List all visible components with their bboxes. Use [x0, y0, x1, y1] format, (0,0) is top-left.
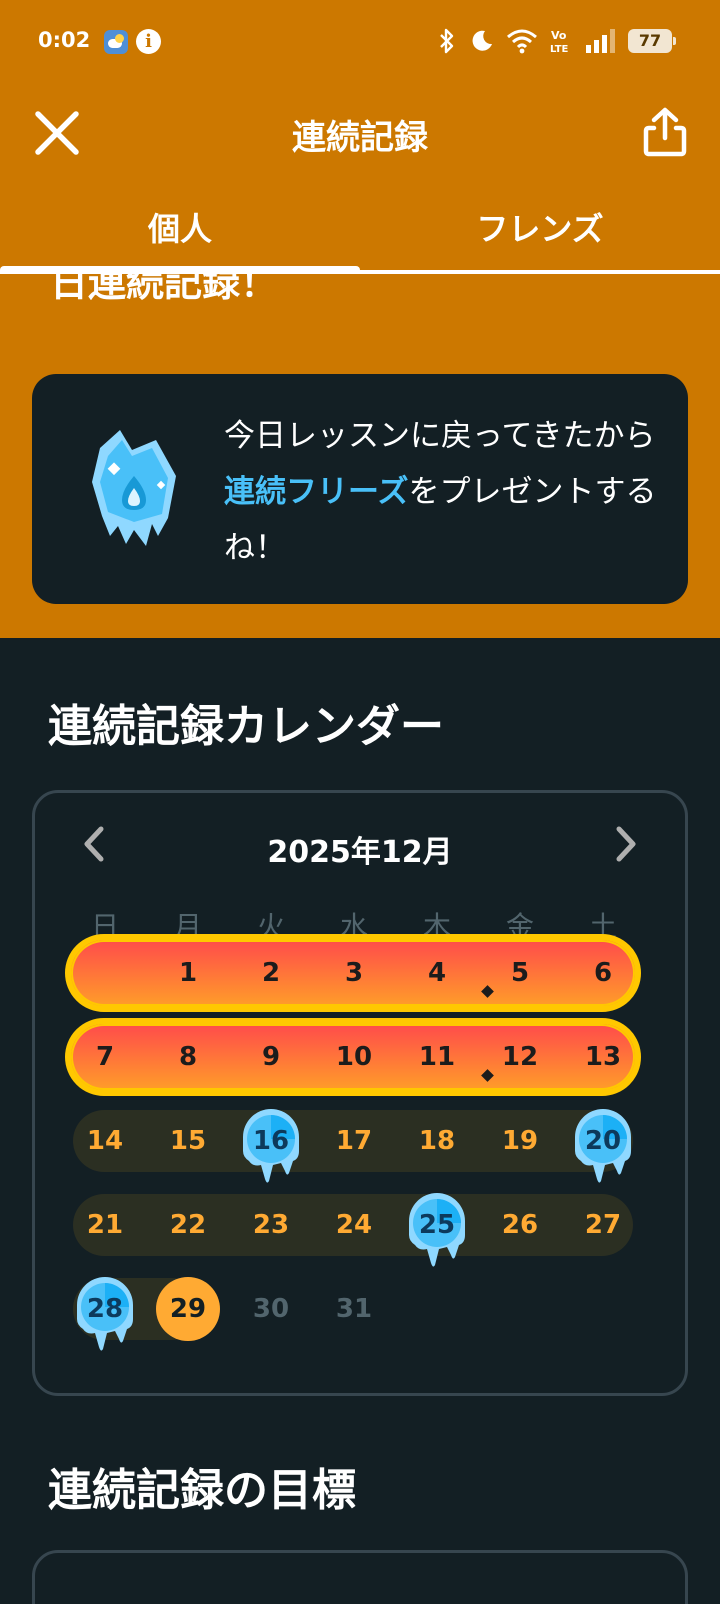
calendar-day: 23: [252, 1210, 290, 1240]
calendar-day: 30: [252, 1294, 290, 1324]
calendar-day: 10: [335, 1042, 373, 1072]
calendar-day: 15: [169, 1126, 207, 1156]
calendar-day: 3: [344, 958, 364, 988]
calendar-day: 19: [501, 1126, 539, 1156]
svg-text:LTE: LTE: [550, 44, 569, 54]
calendar-day: 2: [261, 958, 281, 988]
calendar-day: 8: [178, 1042, 198, 1072]
tab-friends[interactable]: フレンズ: [360, 204, 720, 250]
status-icons: Vo LTE 77: [438, 26, 676, 56]
share-icon[interactable]: [640, 106, 690, 158]
calendar-day-today: 29: [156, 1277, 220, 1341]
streak-freeze-link: 連続フリーズ: [224, 474, 409, 510]
status-bar: 0:02 i Vo LTE 77: [0, 0, 720, 84]
calendar-day: 1: [178, 958, 198, 988]
hero-section: 0:02 i Vo LTE 77 連続記録 個人 フレンズ 日連続記録！ 今日レ…: [0, 0, 720, 638]
goal-card: [32, 1550, 688, 1604]
signal-icon: [586, 29, 615, 53]
calendar-day: 31: [335, 1294, 373, 1324]
streak-calendar: 2025年12月 日月火水木金土 1 2 3 4 5 6 7 8 9 10 11 12 13 14 15 16…: [32, 790, 688, 1396]
wifi-icon: [507, 29, 537, 54]
calendar-day: 22: [169, 1210, 207, 1240]
calendar-day: 28: [86, 1294, 124, 1324]
calendar-day: 18: [418, 1126, 456, 1156]
calendar-day: 13: [584, 1042, 622, 1072]
calendar-day: 20: [584, 1126, 622, 1156]
calendar-day: 12: [501, 1042, 539, 1072]
calendar-day: 26: [501, 1210, 539, 1240]
svg-text:Vo: Vo: [551, 29, 567, 42]
moon-icon: [472, 30, 492, 51]
calendar-day: 4: [427, 958, 447, 988]
calendar-day: 17: [335, 1126, 373, 1156]
tab-personal[interactable]: 個人: [0, 204, 360, 250]
tab-bar: 個人 フレンズ: [0, 190, 720, 274]
calendar-day: 21: [86, 1210, 124, 1240]
calendar-day: 24: [335, 1210, 373, 1240]
calendar-day: 5: [510, 958, 530, 988]
bluetooth-icon: [440, 28, 454, 54]
freeze-gift-card: 今日レッスンに戻ってきたから連続フリーズをプレゼントするね！: [32, 374, 688, 604]
calendar-day: 11: [418, 1042, 456, 1072]
calendar-day: 16: [252, 1126, 290, 1156]
calendar-day: 27: [584, 1210, 622, 1240]
calendar-day: 25: [418, 1210, 456, 1240]
calendar-section-title: 連続記録カレンダー: [48, 701, 444, 752]
goal-section-title: 連続記録の目標: [48, 1465, 356, 1516]
volte-icon: Vo LTE: [550, 29, 569, 54]
calendar-month: 2025年12月: [267, 835, 453, 870]
status-time: 0:02: [38, 28, 91, 52]
battery-icon: 77: [628, 29, 676, 53]
freeze-text-before: 今日レッスンに戻ってきたから: [224, 418, 656, 454]
streak-freeze-icon: [92, 430, 176, 546]
page-title: 連続記録: [292, 118, 428, 158]
header: 連続記録: [0, 96, 720, 172]
freeze-gift-message: 今日レッスンに戻ってきたから連続フリーズをプレゼントするね！: [224, 408, 664, 576]
weather-icon: [104, 30, 128, 54]
calendar-day: 6: [593, 958, 613, 988]
calendar-day: 9: [261, 1042, 281, 1072]
calendar-day: 14: [86, 1126, 124, 1156]
calendar-day: 7: [95, 1042, 115, 1072]
info-icon: i: [136, 29, 161, 54]
chevron-right-icon[interactable]: [607, 821, 643, 867]
